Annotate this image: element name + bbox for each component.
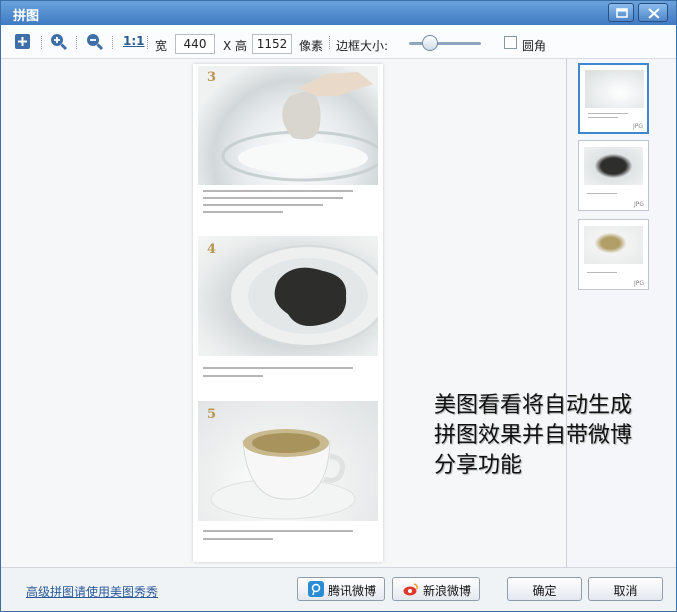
toolbar-separator (41, 36, 42, 49)
toolbar: 1:1 宽 440 X 高 1152 像素 边框大小: 圆角 (1, 25, 676, 59)
toolbar-separator (147, 36, 148, 49)
caption-text-line (203, 367, 353, 369)
width-label: 宽 (155, 39, 168, 53)
collage-sheet[interactable]: 3 4 5 (193, 64, 387, 562)
caption-text-line (588, 117, 618, 118)
thumbnail-image (585, 70, 644, 108)
format-label: JPG (633, 280, 644, 287)
caption-text-line (203, 375, 263, 377)
tencent-weibo-label: 腾讯微博 (328, 584, 377, 598)
window-title: 拼图 (13, 9, 40, 24)
caption-text-line (587, 272, 617, 273)
zoom-out-icon (87, 34, 104, 51)
step-number: 4 (207, 242, 217, 257)
rounded-corner-checkbox[interactable] (504, 36, 517, 49)
cancel-label: 取消 (613, 584, 638, 598)
width-input[interactable]: 440 (175, 34, 215, 54)
border-size-slider[interactable] (409, 42, 481, 45)
thumbnail-image (584, 147, 643, 185)
thumbnail-panel: JPG JPG JPG (567, 59, 676, 567)
caption-text-line (203, 530, 353, 532)
caption-text-line (203, 197, 343, 199)
photo-sesame-plate (229, 245, 387, 347)
zoom-in-button[interactable] (49, 32, 69, 52)
sina-weibo-label: 新浪微博 (423, 584, 472, 598)
caption-text-line (203, 190, 353, 192)
photo-teacup-grains (210, 429, 356, 520)
caption-text-line (203, 204, 323, 206)
actual-size-button[interactable]: 1:1 (123, 34, 145, 48)
border-size-label: 边框大小: (336, 39, 389, 53)
photo-strainer-bowl (221, 72, 385, 182)
maximize-icon (616, 8, 628, 18)
maximize-button[interactable] (608, 3, 634, 22)
thumbnail-item[interactable]: JPG (578, 140, 649, 211)
tencent-weibo-icon (308, 581, 324, 597)
caption-text-line (587, 193, 617, 194)
toolbar-separator (329, 36, 330, 49)
caption-text-line (203, 211, 283, 213)
caption-text-line (588, 113, 628, 114)
tencent-weibo-button[interactable]: 腾讯微博 (297, 577, 385, 601)
thumbnail-item[interactable]: JPG (578, 63, 649, 134)
ok-button[interactable]: 确定 (507, 577, 582, 601)
sina-weibo-button[interactable]: 新浪微博 (392, 577, 480, 601)
zoom-in-icon (51, 34, 68, 51)
advanced-collage-link[interactable]: 高级拼图请使用美图秀秀 (26, 583, 158, 600)
close-button[interactable] (638, 3, 668, 22)
height-label: X 高 (223, 39, 248, 53)
caption-text-line (203, 538, 273, 540)
ok-label: 确定 (532, 584, 557, 598)
close-icon (648, 8, 660, 19)
cancel-button[interactable]: 取消 (588, 577, 663, 601)
height-input[interactable]: 1152 (252, 34, 292, 54)
title-bar[interactable]: 拼图 (1, 1, 676, 25)
format-label: JPG (633, 201, 644, 208)
format-label: JPG (632, 123, 643, 130)
collage-image[interactable]: 3 (198, 66, 385, 185)
sina-weibo-icon (403, 583, 418, 596)
toolbar-separator (112, 36, 113, 49)
add-image-button[interactable] (13, 32, 33, 52)
footer-bar: 高级拼图请使用美图秀秀 腾讯微博 新浪微博 确定 取消 (1, 567, 676, 611)
collage-image[interactable]: 4 (198, 236, 387, 356)
toolbar-separator (76, 36, 77, 49)
collage-image[interactable]: 5 (198, 401, 378, 521)
border-size-slider-handle[interactable] (422, 35, 438, 51)
feature-description: 美图看看将自动生成 拼图效果并自带微博 分享功能 (434, 393, 633, 478)
plus-icon (15, 34, 30, 49)
thumbnail-image (584, 226, 643, 264)
unit-label: 像素 (299, 39, 324, 53)
step-number: 5 (207, 407, 217, 422)
rounded-corner-label: 圆角 (522, 39, 547, 53)
collage-window: 拼图 1:1 宽 440 X 高 1152 像素 边框大小: 圆角 3 4 5 … (0, 0, 677, 612)
thumbnail-item[interactable]: JPG (578, 219, 649, 290)
zoom-out-button[interactable] (85, 32, 105, 52)
step-number: 3 (207, 70, 217, 85)
